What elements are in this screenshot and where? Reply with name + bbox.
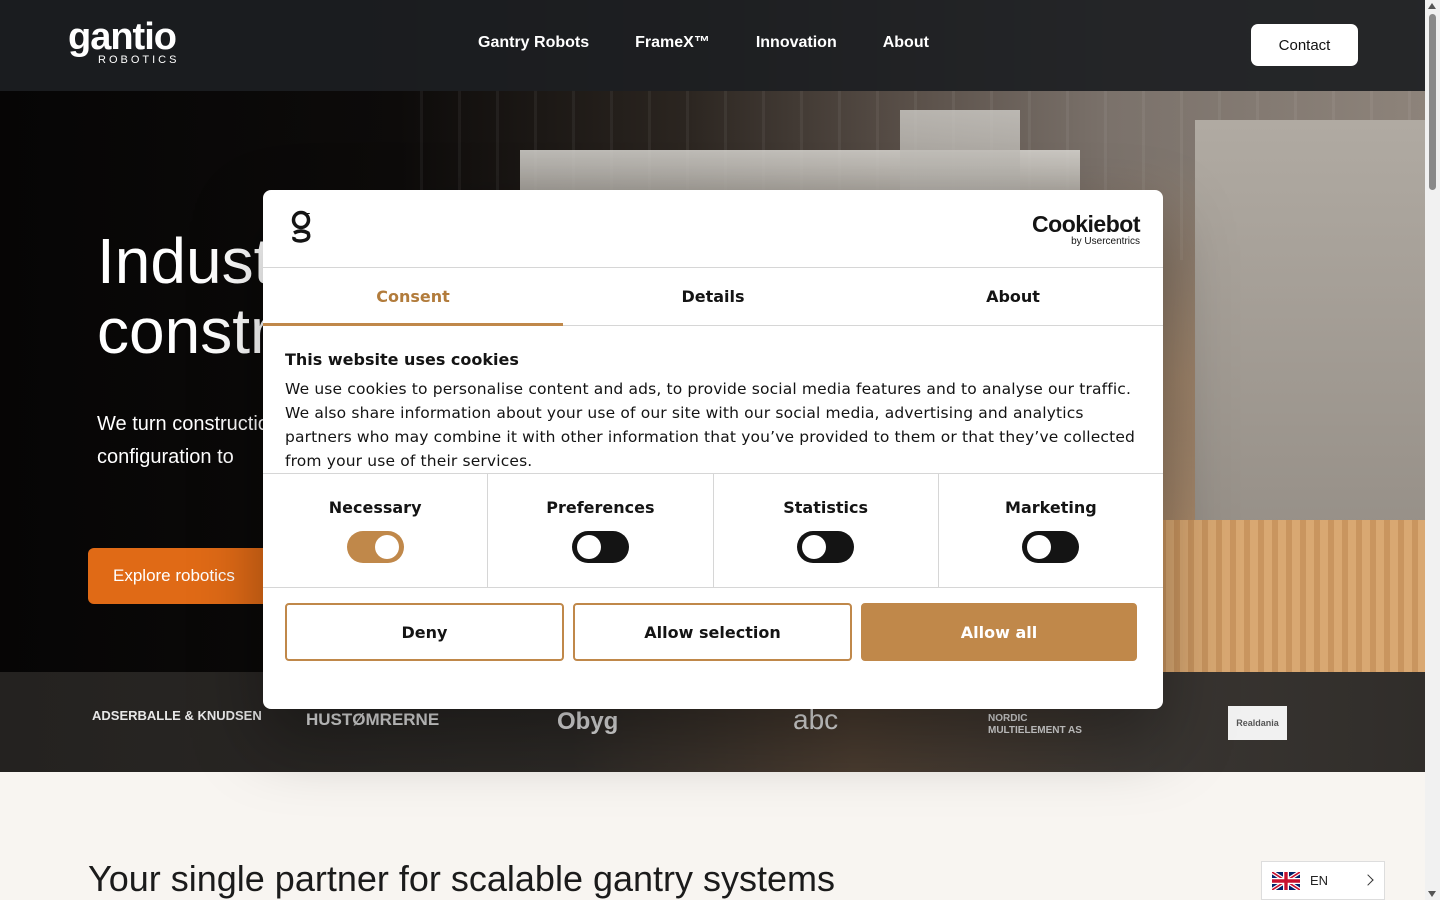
cookiebot-brand-sub: by Usercentrics: [1071, 236, 1140, 247]
category-statistics: Statistics: [714, 474, 939, 587]
nav-innovation[interactable]: Innovation: [756, 34, 837, 52]
language-code: EN: [1310, 873, 1329, 888]
language-selector[interactable]: EN: [1261, 861, 1385, 900]
partner-logo-hustomrerne: HUSTØMRERNE: [306, 710, 440, 729]
hero-image-timber: [1160, 520, 1425, 672]
necessary-toggle[interactable]: [346, 531, 404, 563]
marketing-toggle[interactable]: [1022, 531, 1080, 563]
tab-about[interactable]: About: [863, 268, 1163, 325]
scroll-thumb[interactable]: [1429, 14, 1436, 190]
category-label: Marketing: [1005, 498, 1097, 517]
main-nav: Gantry Robots FrameX™ Innovation About: [478, 34, 929, 52]
toggle-knob: [374, 535, 399, 559]
deny-button[interactable]: Deny: [285, 603, 564, 661]
scroll-down-arrow-icon[interactable]: [1428, 891, 1436, 897]
logo-subtitle: ROBOTICS: [98, 54, 180, 66]
category-necessary: Necessary: [263, 474, 489, 587]
scroll-up-arrow-icon[interactable]: [1428, 3, 1436, 9]
category-label: Necessary: [328, 498, 422, 517]
gantio-g-logo-icon: [291, 210, 311, 243]
allow-all-button[interactable]: Allow all: [861, 603, 1137, 661]
chevron-right-icon: [1362, 874, 1374, 886]
contact-button[interactable]: Contact: [1251, 24, 1358, 66]
partner-logo-nordic: NORDIC MULTIELEMENT AS: [988, 713, 1082, 736]
dialog-body: This website uses cookies We use cookies…: [263, 326, 1163, 474]
toggle-knob: [1027, 535, 1052, 559]
nav-framex[interactable]: FrameX™: [635, 34, 710, 52]
site-header: gantio ROBOTICS Gantry Robots FrameX™ In…: [0, 0, 1425, 91]
dialog-title: This website uses cookies: [285, 350, 519, 369]
partner-logo-adserballe: ADSERBALLE & KNUDSEN: [92, 708, 262, 723]
dialog-tabs: Consent Details About: [263, 268, 1163, 326]
page-scrollbar[interactable]: [1425, 0, 1440, 900]
category-marketing: Marketing: [939, 474, 1163, 587]
partner-logo-obyg: Obyg: [557, 708, 619, 735]
gantio-logo[interactable]: gantio ROBOTICS: [68, 16, 180, 66]
dialog-text: We use cookies to personalise content an…: [285, 380, 1136, 470]
cookiebot-brand: Cookiebot: [1032, 211, 1140, 237]
category-label: Preferences: [546, 498, 655, 517]
section-title: Your single partner for scalable gantry …: [88, 858, 836, 899]
category-preferences: Preferences: [488, 474, 714, 587]
dialog-header: Cookiebot by Usercentrics: [263, 190, 1163, 268]
consent-categories: Necessary Preferences Statistics Marketi…: [263, 474, 1163, 588]
tab-details[interactable]: Details: [563, 268, 863, 325]
cookie-consent-dialog: Cookiebot by Usercentrics Consent Detail…: [263, 190, 1163, 709]
allow-selection-button[interactable]: Allow selection: [573, 603, 852, 661]
tab-consent[interactable]: Consent: [263, 268, 563, 326]
nav-gantry-robots[interactable]: Gantry Robots: [478, 34, 589, 52]
preferences-toggle[interactable]: [571, 531, 629, 563]
category-label: Statistics: [783, 498, 868, 517]
logo-wordmark: gantio: [68, 16, 177, 58]
cookiebot-logo[interactable]: Cookiebot by Usercentrics: [1032, 212, 1140, 248]
nav-about[interactable]: About: [883, 34, 929, 52]
partner-logo-realdania: Realdania: [1228, 706, 1287, 740]
toggle-knob: [802, 535, 827, 559]
statistics-toggle[interactable]: [797, 531, 855, 563]
toggle-knob: [576, 535, 601, 559]
dialog-actions: Deny Allow selection Allow all: [263, 588, 1163, 661]
uk-flag-icon: [1272, 871, 1300, 890]
